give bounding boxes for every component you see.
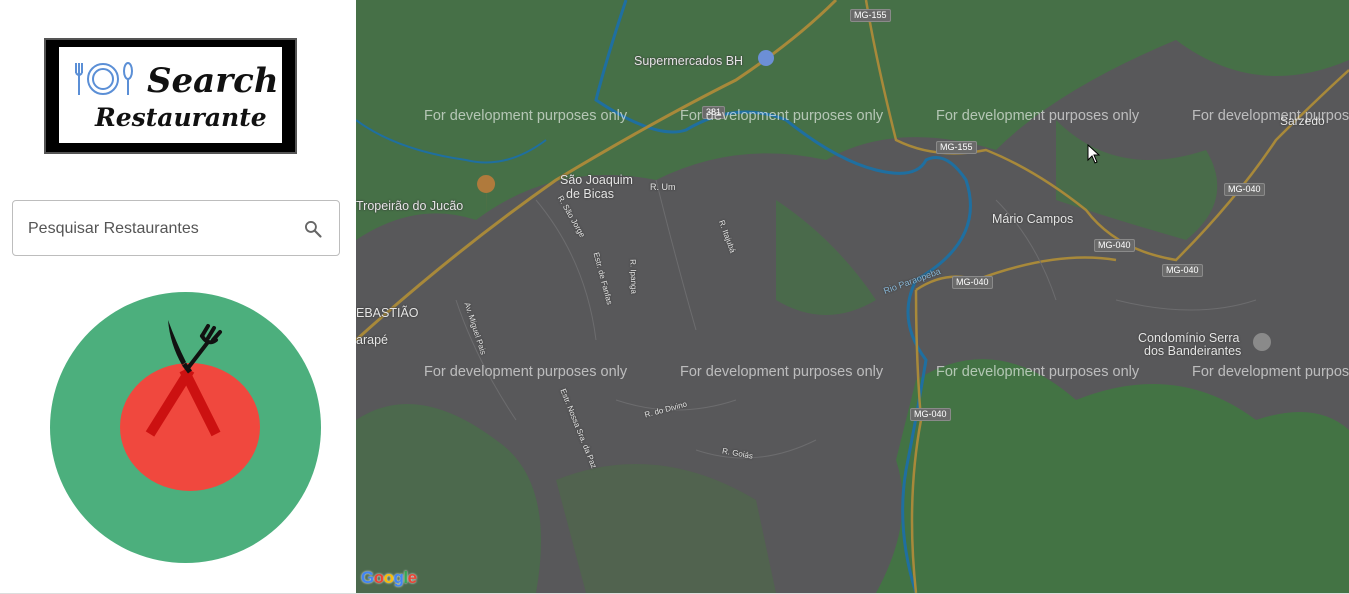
search-icon[interactable] <box>303 219 323 239</box>
map-background <box>356 0 1349 593</box>
dev-watermark: For development purposes only <box>936 108 1140 124</box>
map-canvas[interactable]: Supermercados BH São Joaquim de Bicas Tr… <box>356 0 1349 593</box>
dev-watermark: For development purposes only <box>680 108 884 124</box>
place-label[interactable]: São Joaquim <box>560 173 633 187</box>
search-input[interactable] <box>28 217 288 241</box>
app-logo: Search Restaurante <box>44 38 297 154</box>
place-label[interactable]: EBASTIÃO <box>356 306 419 320</box>
dev-watermark: For development purposes only <box>1192 364 1349 380</box>
road-shield: MG-155 <box>850 9 891 22</box>
road-shield: MG-040 <box>910 408 951 421</box>
road-shield: MG-040 <box>1094 239 1135 252</box>
road-shield: MG-040 <box>952 276 993 289</box>
dev-watermark: For development purposes only <box>424 108 628 124</box>
street-label: R. Um <box>650 182 676 192</box>
road-shield: MG-155 <box>936 141 977 154</box>
place-label[interactable]: dos Bandeirantes <box>1144 344 1241 358</box>
dev-watermark: For development purposes only <box>680 364 884 380</box>
place-label[interactable]: arapé <box>356 333 388 347</box>
road-shield: MG-040 <box>1224 183 1265 196</box>
place-label[interactable]: Mário Campos <box>992 212 1073 226</box>
search-box <box>12 200 340 256</box>
dev-watermark: For development purposes only <box>936 364 1140 380</box>
place-label[interactable]: Condomínio Serra <box>1138 331 1239 345</box>
cutlery-plate-icon <box>75 62 133 95</box>
dev-watermark: For development purposes only <box>424 364 628 380</box>
road-shield: MG-040 <box>1162 264 1203 277</box>
sidebar: Search Restaurante <box>0 0 356 594</box>
logo-title-search: Search <box>147 61 279 101</box>
fork-knife-tomato-icon <box>50 292 321 563</box>
logo-frame: Search Restaurante <box>59 47 282 143</box>
logo-title-restaurante: Restaurante <box>95 103 267 132</box>
dev-watermark: For development purposes only <box>1192 108 1349 124</box>
street-label: R. Ipanga <box>628 259 639 294</box>
google-logo[interactable]: Google <box>361 568 417 588</box>
mouse-pointer-icon <box>1087 144 1101 164</box>
place-label[interactable]: de Bicas <box>566 187 614 201</box>
place-label[interactable]: Tropeirão do Jucão <box>356 199 463 213</box>
place-label[interactable]: Supermercados BH <box>634 54 743 68</box>
